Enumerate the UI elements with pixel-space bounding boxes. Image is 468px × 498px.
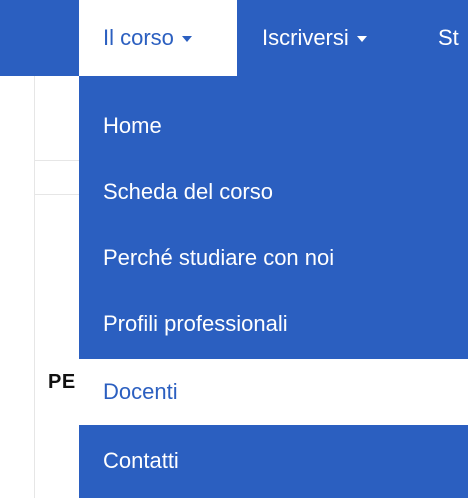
menu-item-label: Contatti	[103, 448, 179, 473]
menu-item-contatti[interactable]: Contatti	[79, 428, 468, 494]
nav-item-il-corso[interactable]: Il corso	[79, 0, 237, 76]
menu-item-profili-professionali[interactable]: Profili professionali	[79, 291, 468, 357]
nav-item-truncated-label: St	[438, 25, 459, 50]
nav-item-truncated[interactable]: St	[438, 0, 459, 76]
page-partial-heading: PE	[48, 371, 76, 393]
page-content-background	[0, 76, 79, 498]
menu-item-docenti[interactable]: Docenti	[79, 359, 468, 425]
nav-item-iscriversi-label: Iscriversi	[262, 25, 349, 50]
menu-item-home[interactable]: Home	[79, 93, 468, 159]
menu-item-label: Perché studiare con noi	[103, 245, 335, 270]
caret-down-icon	[356, 36, 367, 42]
menu-item-label: Scheda del corso	[103, 179, 273, 204]
menu-item-perche-studiare[interactable]: Perché studiare con noi	[79, 225, 468, 291]
content-divider	[34, 194, 79, 195]
main-navbar: Il corso Iscriversi St	[0, 0, 468, 76]
nav-item-iscriversi[interactable]: Iscriversi	[262, 0, 367, 76]
menu-item-label: Home	[103, 113, 162, 138]
il-corso-dropdown-menu: Home Scheda del corso Perché studiare co…	[79, 76, 468, 498]
content-border	[34, 76, 35, 498]
content-divider	[34, 160, 79, 161]
menu-item-label: Docenti	[103, 379, 178, 404]
nav-item-il-corso-label: Il corso	[103, 25, 174, 50]
caret-down-icon	[181, 36, 192, 42]
menu-item-scheda-del-corso[interactable]: Scheda del corso	[79, 159, 468, 225]
menu-item-label: Profili professionali	[103, 311, 288, 336]
